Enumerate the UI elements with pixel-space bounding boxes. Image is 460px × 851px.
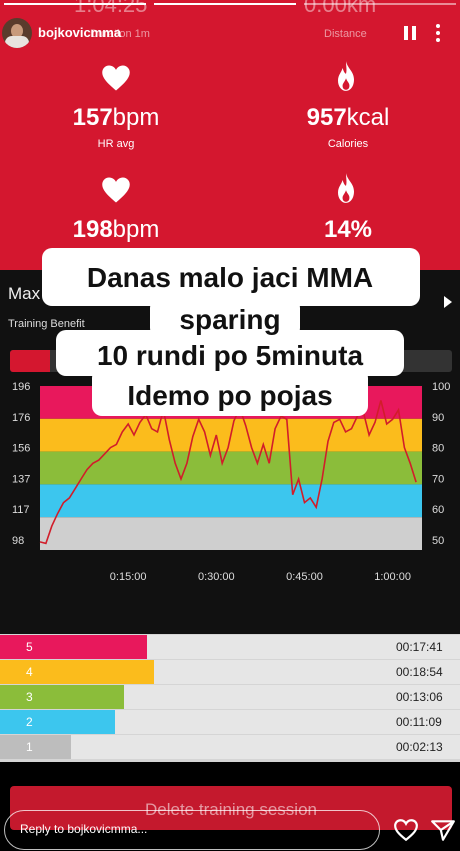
y-tick-left: 137 <box>12 473 30 485</box>
zone-row: 2 00:11:09 <box>0 710 460 734</box>
zone-fill <box>0 735 71 759</box>
x-tick: 0:30:00 <box>198 571 235 583</box>
flame-icon <box>338 61 354 91</box>
x-tick: 1:00:00 <box>374 571 411 583</box>
y-tick-right: 70 <box>432 473 444 485</box>
zone-row: 3 00:13:06 <box>0 685 460 709</box>
reply-placeholder: Reply to bojkovicmma... <box>20 822 148 836</box>
zone-fill <box>0 710 115 734</box>
zone-number: 1 <box>26 740 33 754</box>
hr-max-value: 198 <box>72 216 113 243</box>
zone-fill <box>0 635 147 659</box>
y-tick-left: 196 <box>12 381 30 393</box>
y-tick-right: 90 <box>432 412 444 424</box>
y-tick-right: 60 <box>432 504 444 516</box>
hr-max: 198bpm <box>36 216 196 244</box>
y-tick-right: 100 <box>432 381 450 393</box>
zone-fill <box>0 685 124 709</box>
more-icon[interactable] <box>436 24 440 42</box>
zone-time: 00:11:09 <box>396 715 442 729</box>
y-tick-right: 80 <box>432 443 444 455</box>
y-tick-right: 50 <box>432 535 444 547</box>
calories: 957kcal <box>268 104 428 132</box>
zone-time: 00:02:13 <box>396 740 443 754</box>
zone-number: 2 <box>26 715 33 729</box>
hr-avg-value: 157 <box>72 104 113 131</box>
caption-line-2: sparing <box>179 304 281 335</box>
zone-time: 00:13:06 <box>396 690 443 704</box>
x-tick: 0:45:00 <box>286 571 323 583</box>
calories-value: 957 <box>306 104 347 131</box>
zone-row: 4 00:18:54 <box>0 660 460 684</box>
username[interactable]: bojkovicmma <box>38 25 121 40</box>
y-tick-left: 176 <box>12 412 30 424</box>
caption-line-3: 10 rundi po 5minuta <box>96 340 364 371</box>
distance-label: Distance <box>324 28 367 40</box>
send-icon[interactable] <box>430 818 456 842</box>
zone-fill <box>0 660 154 684</box>
y-tick-left: 98 <box>12 535 24 547</box>
heart-icon <box>102 65 130 91</box>
flame-icon <box>338 173 354 203</box>
zone-band <box>40 517 422 550</box>
y-tick-left: 117 <box>12 504 30 516</box>
distance-value: 0.00km <box>304 0 377 17</box>
percent-value: 14% <box>323 216 373 243</box>
arrow-right-icon[interactable] <box>444 296 452 308</box>
story-progress <box>4 3 456 5</box>
hr-avg-unit: bpm <box>112 104 160 131</box>
story-progress-seg <box>154 3 296 5</box>
hr-chart: bpm%1961761561371179810090807060500:15:0… <box>12 381 450 583</box>
zone-row: 5 00:17:41 <box>0 635 460 659</box>
percent: 14% <box>268 216 428 244</box>
zone-band <box>40 451 422 485</box>
zone-time: 00:17:41 <box>396 640 443 654</box>
summary-panel: 1:04:25 Duration 1m 0.00km Distance bojk… <box>0 0 460 270</box>
pause-icon[interactable] <box>404 26 416 40</box>
y-tick-left: 156 <box>12 443 30 455</box>
zone-band <box>40 484 422 518</box>
zone-row: 1 00:02:13 <box>0 735 460 759</box>
avatar[interactable] <box>2 18 32 48</box>
zone-time: 00:18:54 <box>396 665 443 679</box>
x-tick: 0:15:00 <box>110 571 147 583</box>
calories-label: Calories <box>327 138 369 150</box>
zone-number: 3 <box>26 690 33 704</box>
hr-avg-label: HR avg <box>97 138 135 150</box>
max-label: Max <box>8 284 41 303</box>
zone-table: 5 00:17:41 4 00:18:54 3 00:13:06 2 00:11:09 1 00:… <box>0 634 460 762</box>
zone-number: 4 <box>26 665 33 679</box>
caption-line-1: Danas malo jaci MMA <box>86 262 374 293</box>
hr-max-unit: bpm <box>112 216 160 243</box>
duration-value: 1:04:25 <box>74 0 148 17</box>
like-icon[interactable] <box>393 818 419 842</box>
calories-unit: kcal <box>346 104 390 131</box>
caption-line-4: Idemo po pojas <box>127 380 333 411</box>
hr-avg: 157bpm <box>36 104 196 132</box>
heart-icon <box>102 177 130 203</box>
zone-number: 5 <box>26 640 33 654</box>
